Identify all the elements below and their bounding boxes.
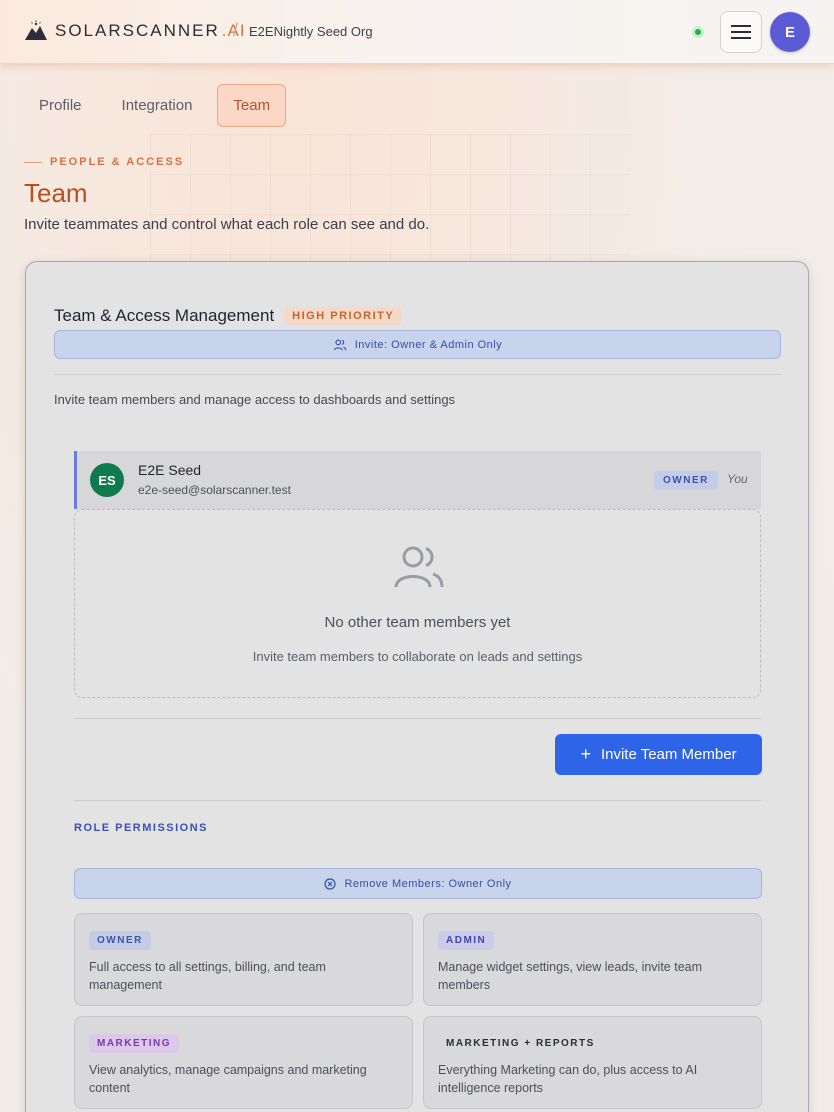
circle-x-icon	[324, 877, 337, 890]
empty-state-subtitle: Invite team members to collaborate on le…	[252, 649, 583, 664]
page-subtitle: Invite teammates and control what each r…	[24, 216, 430, 233]
section-divider	[74, 718, 761, 719]
breadcrumb-separator: /	[233, 20, 239, 40]
org-name[interactable]: E2ENightly Seed Org	[249, 24, 373, 39]
menu-button[interactable]	[720, 11, 762, 53]
card-title: Team & Access Management	[54, 306, 275, 325]
page-title: Team	[24, 178, 88, 208]
tab-team[interactable]: Team	[217, 84, 287, 127]
priority-badge: HIGH PRIORITY	[284, 307, 403, 325]
invite-button-label: Invite Team Member	[600, 746, 737, 763]
role-tag: ADMIN	[438, 931, 495, 950]
settings-tabs: Profile Integration Team	[24, 84, 296, 127]
brand-wordmark: SOLARSCANNER	[55, 21, 220, 40]
role-card-marketing-reports: MARKETING + REPORTS Everything Marketing…	[423, 1016, 762, 1109]
member-you-label: You	[727, 472, 748, 486]
section-eyebrow: PEOPLE & ACCESS	[24, 156, 184, 168]
menu-icon	[731, 23, 751, 41]
card-description: Invite team members and manage access to…	[54, 392, 456, 407]
role-description: View analytics, manage campaigns and mar…	[89, 1063, 367, 1095]
users-icon	[333, 339, 347, 350]
team-access-card: Team & Access Management HIGH PRIORITY I…	[25, 261, 809, 1112]
empty-state-title: No other team members yet	[324, 614, 511, 631]
plus-icon: +	[580, 744, 591, 764]
user-avatar[interactable]: E	[770, 12, 810, 52]
invite-notice-text: Invite: Owner & Admin Only	[354, 338, 503, 351]
role-description: Manage widget settings, view leads, invi…	[438, 960, 703, 992]
role-card-marketing: MARKETING View analytics, manage campaig…	[74, 1016, 413, 1109]
role-description: Full access to all settings, billing, an…	[89, 960, 326, 992]
member-avatar: ES	[90, 463, 124, 497]
card-header: Team & Access Management HIGH PRIORITY	[54, 306, 403, 326]
role-tag: MARKETING	[89, 1034, 180, 1053]
users-icon	[394, 546, 444, 588]
invite-team-member-button[interactable]: + Invite Team Member	[555, 734, 762, 775]
role-tag: OWNER	[89, 931, 151, 950]
card-divider	[54, 374, 781, 375]
invite-permission-notice: Invite: Owner & Admin Only	[54, 330, 781, 359]
role-card-owner: OWNER Full access to all settings, billi…	[74, 913, 413, 1006]
section-divider	[74, 800, 761, 801]
role-description: Everything Marketing can do, plus access…	[438, 1063, 698, 1095]
status-dot	[692, 26, 704, 38]
member-email: e2e-seed@solarscanner.test	[138, 483, 291, 497]
role-card-admin: ADMIN Manage widget settings, view leads…	[423, 913, 762, 1006]
remove-permission-notice: Remove Members: Owner Only	[74, 868, 762, 899]
role-tag: MARKETING + REPORTS	[446, 1038, 595, 1049]
tab-integration[interactable]: Integration	[107, 84, 208, 127]
role-permissions-heading: ROLE PERMISSIONS	[74, 822, 209, 834]
member-role-badge: OWNER	[654, 471, 718, 490]
member-name: E2E Seed	[138, 462, 202, 478]
team-member-row[interactable]: ES E2E Seed e2e-seed@solarscanner.test O…	[74, 451, 761, 509]
brand-logo[interactable]: SOLARSCANNER .AI	[24, 20, 246, 42]
empty-state: No other team members yet Invite team me…	[74, 509, 761, 698]
tab-profile[interactable]: Profile	[24, 84, 97, 127]
remove-notice-text: Remove Members: Owner Only	[344, 877, 512, 890]
brand-logo-icon	[25, 20, 47, 40]
top-bar: SOLARSCANNER .AI / E2ENightly Seed Org E	[0, 0, 834, 64]
